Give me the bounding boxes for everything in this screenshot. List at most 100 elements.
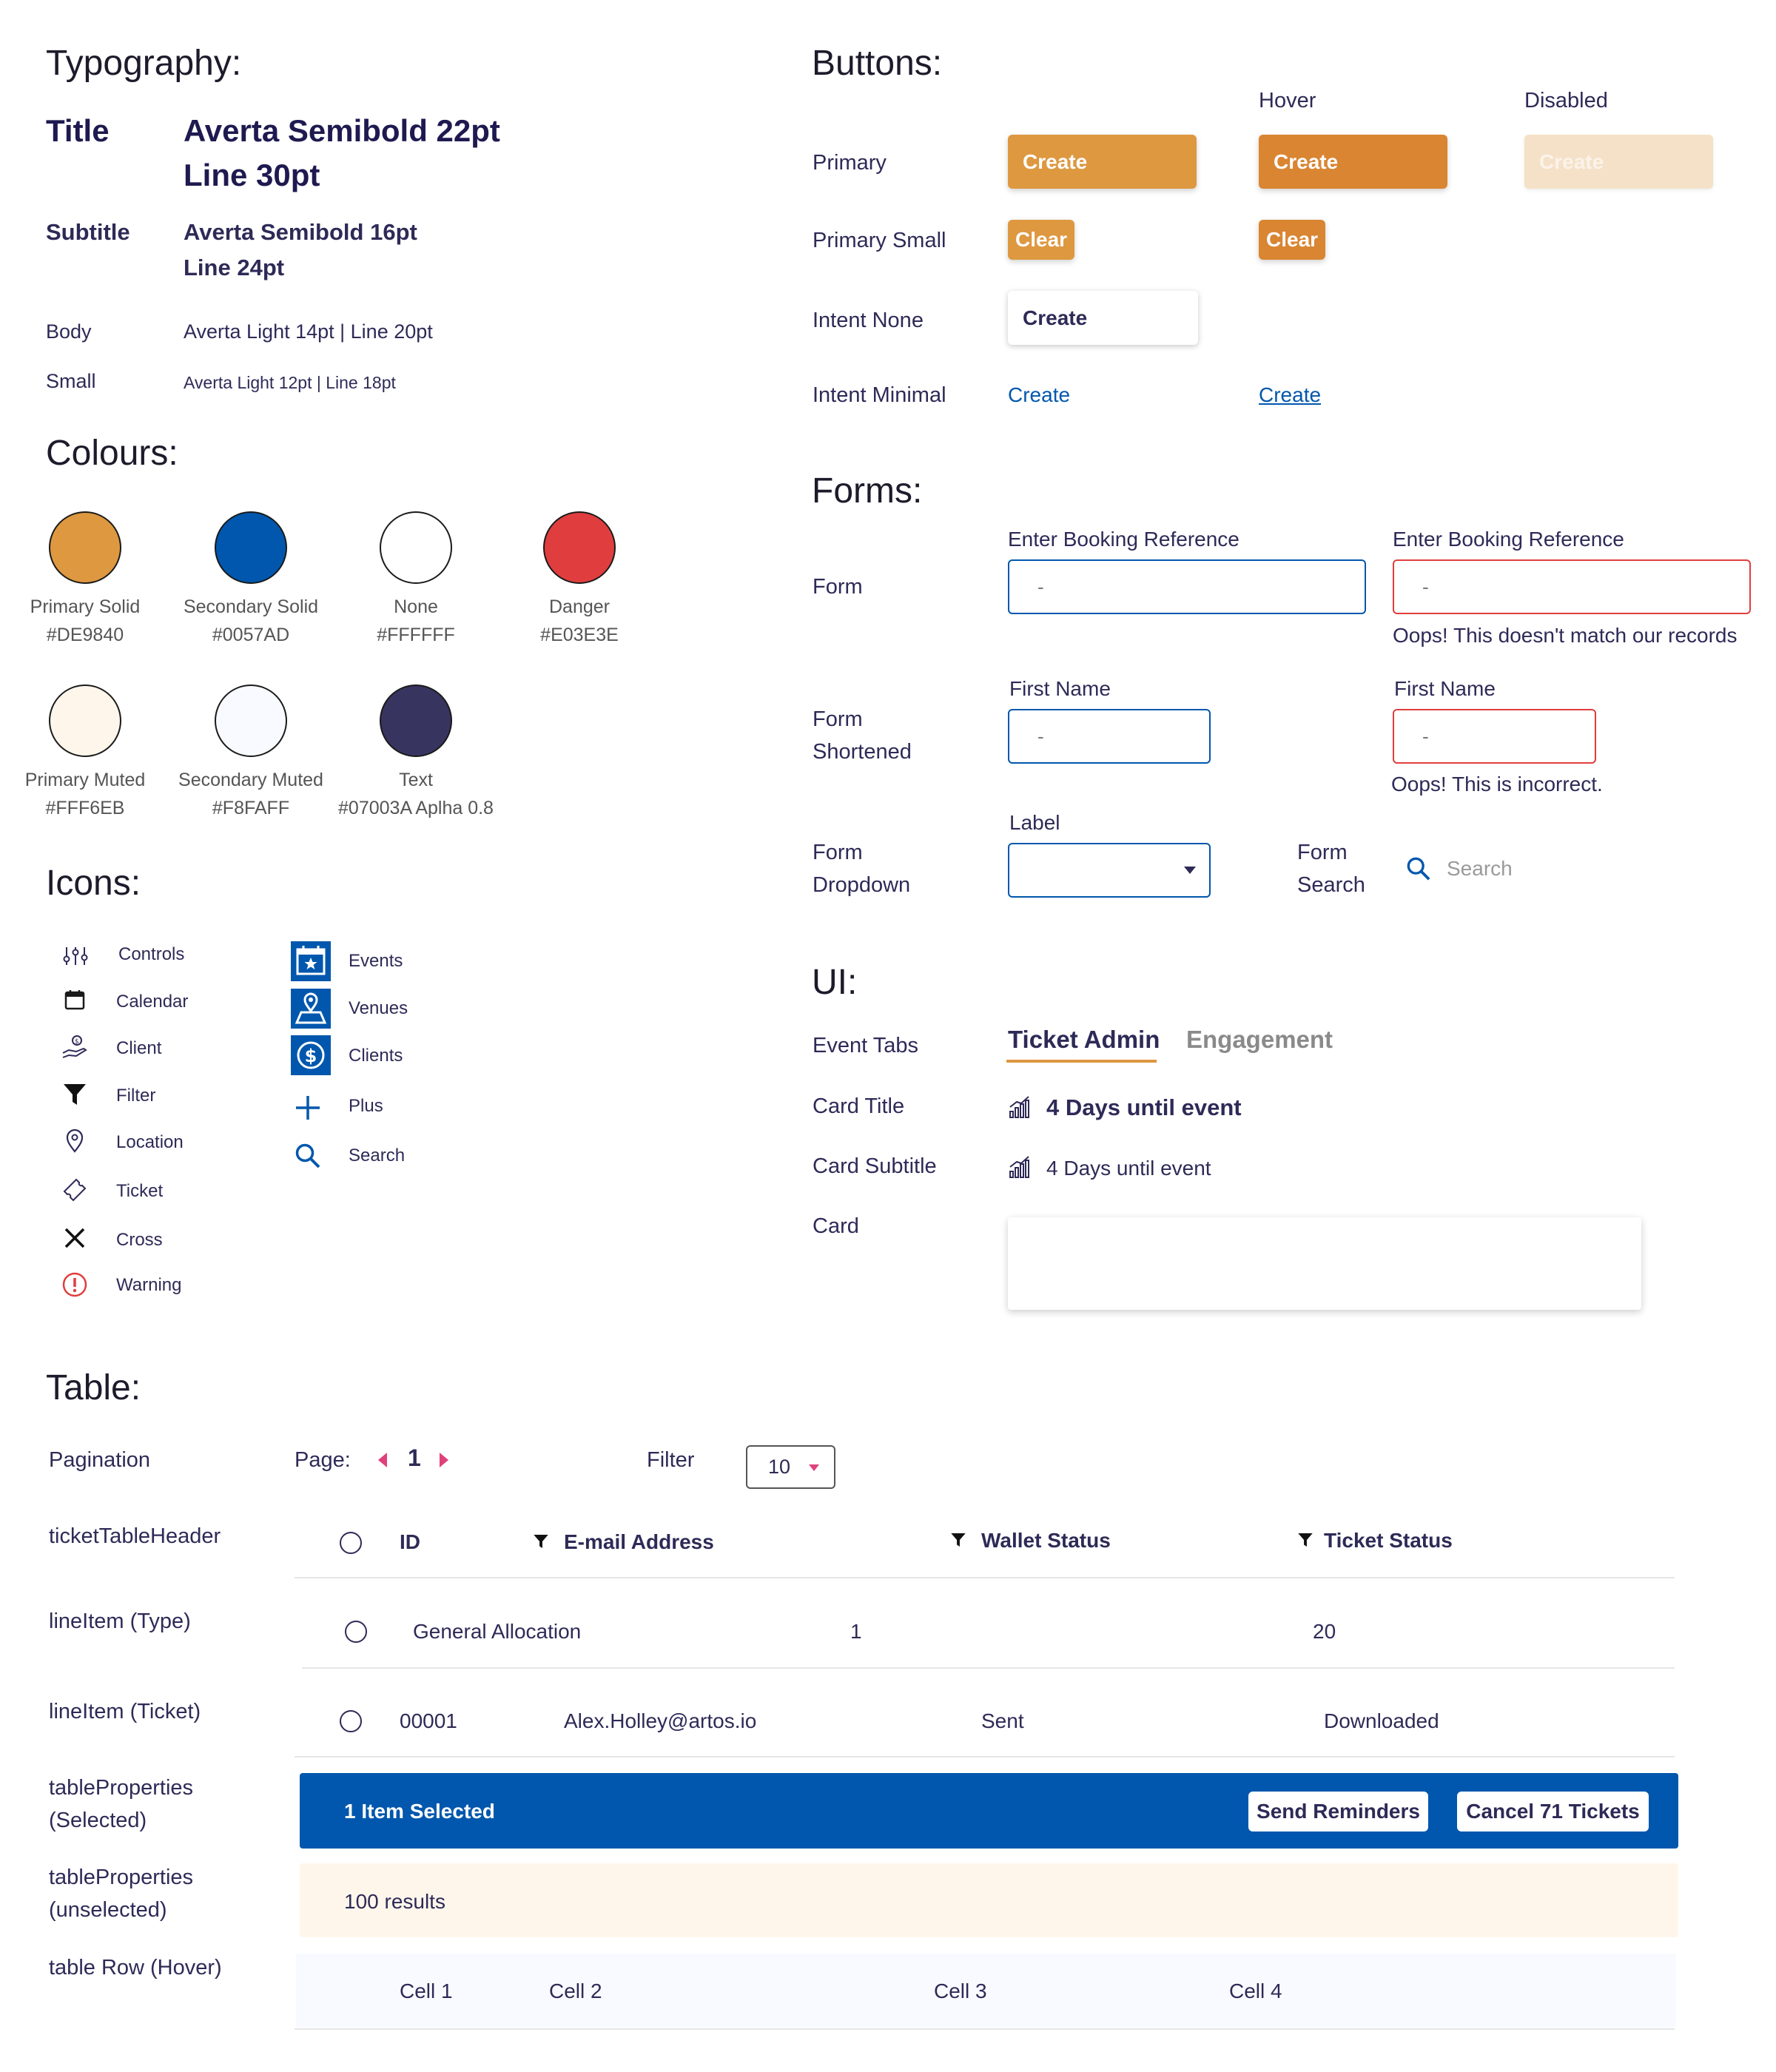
table-properties-selected-label-2: (Selected) (49, 1809, 147, 1832)
icon-label-controls: Controls (118, 944, 185, 964)
icon-label-client: Client (116, 1038, 162, 1058)
next-page-icon[interactable] (440, 1453, 448, 1467)
typo-subtitle-label: Subtitle (46, 219, 130, 245)
svg-text:$: $ (75, 1038, 79, 1046)
first-name-label: First Name (1009, 677, 1111, 700)
location-icon (66, 1128, 84, 1153)
results-count-text: 100 results (344, 1890, 445, 1913)
colour-swatch-name: Text (399, 770, 433, 790)
prev-page-icon[interactable] (378, 1453, 387, 1467)
send-reminders-button[interactable]: Send Reminders (1248, 1792, 1428, 1832)
form-search-label-1: Form (1297, 841, 1348, 864)
colour-swatch-name: Primary Muted (24, 770, 146, 790)
column-header-ticket-status[interactable]: Ticket Status (1324, 1529, 1453, 1553)
colour-swatch-name: Secondary Solid (183, 596, 319, 617)
colour-swatch-hex: #FFFFFF (377, 625, 455, 645)
row-primary-small-label: Primary Small (813, 229, 946, 252)
line-item-type-radio[interactable] (345, 1621, 367, 1643)
column-header-email[interactable]: E-mail Address (564, 1530, 714, 1554)
colour-swatch (49, 684, 121, 757)
booking-reference-input-error[interactable]: - (1393, 559, 1751, 614)
tab-engagement[interactable]: Engagement (1186, 1026, 1333, 1054)
typo-body-spec: Averta Light 14pt | Line 20pt (184, 320, 433, 343)
colour-swatch-name: Primary Solid (30, 596, 141, 617)
colour-swatch-hex: #E03E3E (540, 625, 619, 645)
booking-reference-placeholder: - (1037, 575, 1044, 598)
card-subtitle-text: 4 Days until event (1046, 1157, 1211, 1180)
booking-reference-error-placeholder: - (1422, 575, 1429, 598)
client-icon: $ (62, 1035, 87, 1058)
icon-label-clients: Clients (349, 1046, 403, 1066)
first-name-placeholder: - (1037, 724, 1044, 747)
stats-icon (1009, 1156, 1029, 1178)
chevron-down-icon (1184, 867, 1196, 874)
buttons-heading: Buttons: (812, 44, 943, 83)
colours-heading: Colours: (46, 434, 178, 473)
card-title-text: 4 Days until event (1046, 1094, 1242, 1120)
line-item-type-name: General Allocation (413, 1620, 582, 1643)
form-search-label-2: Search (1297, 873, 1365, 897)
events-icon (291, 941, 331, 981)
filter-icon[interactable] (533, 1533, 549, 1550)
icon-label-warning: Warning (116, 1275, 182, 1295)
form-dropdown-label-1: Form (813, 841, 863, 864)
intent-minimal-create-link-hover[interactable]: Create (1259, 383, 1321, 407)
svg-text:$: $ (305, 1046, 317, 1066)
row-divider (295, 1756, 1675, 1758)
primary-create-button-hover[interactable]: Create (1259, 135, 1447, 189)
calendar-icon (64, 990, 85, 1010)
cancel-tickets-button[interactable]: Cancel 71 Tickets (1457, 1792, 1649, 1832)
booking-reference-error-message: Oops! This doesn't match our records (1393, 624, 1738, 647)
header-divider (295, 1577, 1675, 1578)
intent-none-create-button[interactable]: Create (1008, 291, 1198, 345)
results-bar (300, 1863, 1678, 1937)
booking-reference-label: Enter Booking Reference (1008, 528, 1240, 551)
venues-icon (291, 989, 331, 1029)
filter-icon[interactable] (950, 1532, 966, 1548)
select-all-radio[interactable] (340, 1532, 362, 1554)
typo-subtitle-spec-2: Line 24pt (184, 255, 285, 280)
column-header-id[interactable]: ID (400, 1530, 420, 1554)
first-name-error-message: Oops! This is incorrect. (1391, 773, 1603, 796)
primary-create-button[interactable]: Create (1008, 135, 1197, 189)
table-heading: Table: (46, 1368, 141, 1407)
colour-swatch (215, 684, 287, 757)
icon-label-ticket: Ticket (116, 1181, 164, 1201)
primary-small-clear-button[interactable]: Clear (1008, 220, 1075, 260)
filter-icon[interactable] (1297, 1532, 1314, 1548)
form-search-input[interactable]: Search (1406, 855, 1591, 888)
filter-icon (64, 1084, 86, 1105)
icon-label-calendar: Calendar (116, 992, 189, 1012)
form-dropdown-label-2: Dropdown (813, 873, 911, 897)
form-dropdown-select[interactable] (1008, 843, 1211, 898)
card-subtitle-label: Card Subtitle (813, 1154, 937, 1178)
icon-label-filter: Filter (116, 1086, 156, 1106)
intent-minimal-create-link[interactable]: Create (1008, 383, 1070, 407)
page-size-select[interactable]: 10 (746, 1445, 835, 1489)
colour-swatch (215, 511, 287, 584)
row-intent-none-label: Intent None (813, 309, 924, 332)
first-name-input-error[interactable]: - (1393, 709, 1596, 764)
card-label: Card (813, 1214, 859, 1238)
hover-cell-4: Cell 4 (1229, 1980, 1282, 2002)
icons-heading: Icons: (46, 864, 141, 903)
form-shortened-label-1: Form (813, 707, 863, 731)
clients-icon: $ (291, 1035, 331, 1075)
controls-icon (63, 947, 88, 965)
forms-heading: Forms: (812, 471, 923, 511)
cross-icon (64, 1228, 85, 1248)
form-row-label: Form (813, 575, 863, 599)
colour-swatch-hex: #DE9840 (46, 625, 124, 645)
search-icon (1407, 857, 1430, 881)
ui-heading: UI: (812, 963, 858, 1002)
first-name-error-field-label: First Name (1394, 677, 1496, 700)
tab-ticket-admin[interactable]: Ticket Admin (1008, 1026, 1160, 1054)
column-header-wallet-status[interactable]: Wallet Status (981, 1529, 1111, 1553)
table-properties-selected-label-1: tableProperties (49, 1776, 194, 1800)
line-item-ticket-radio[interactable] (340, 1710, 362, 1732)
first-name-input[interactable]: - (1008, 709, 1211, 764)
primary-small-clear-button-hover[interactable]: Clear (1259, 220, 1326, 260)
booking-reference-input[interactable]: - (1008, 559, 1366, 614)
search-placeholder: Search (1447, 857, 1513, 880)
card (1008, 1217, 1641, 1310)
